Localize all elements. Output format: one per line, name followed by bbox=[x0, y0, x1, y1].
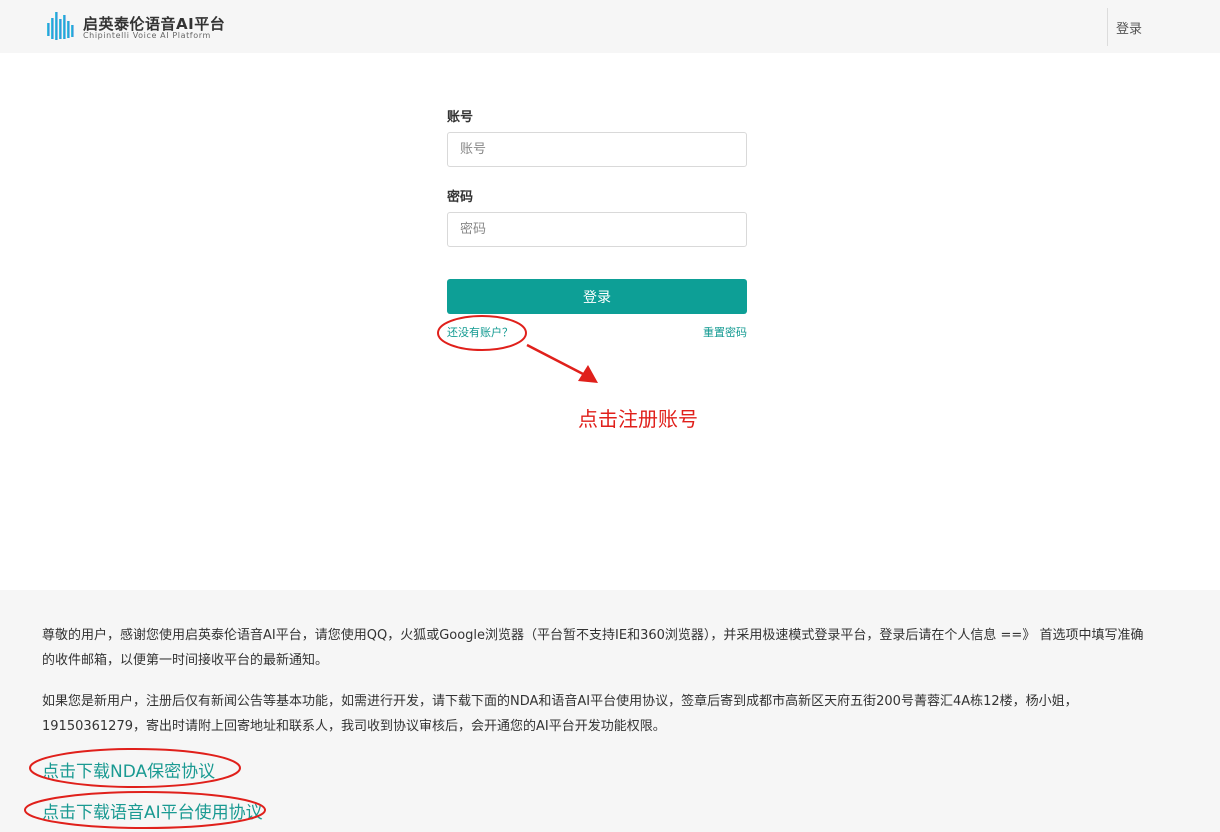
password-input[interactable] bbox=[447, 212, 747, 247]
top-header: 启英泰伦语音AI平台 Chipintelli Voice AI Platform… bbox=[0, 0, 1220, 53]
annotation-arrow-shaft bbox=[526, 343, 586, 377]
password-label: 密码 bbox=[447, 190, 474, 205]
logo-subtitle: Chipintelli Voice AI Platform bbox=[83, 31, 211, 40]
annotation-register-hint: 点击注册账号 bbox=[578, 407, 698, 431]
download-agreement-link[interactable]: 点击下载语音AI平台使用协议 bbox=[42, 798, 263, 823]
register-link[interactable]: 还没有账户？ bbox=[447, 324, 513, 340]
header-login-link[interactable]: 登录 bbox=[1116, 18, 1142, 37]
download-nda-link[interactable]: 点击下载NDA保密协议 bbox=[42, 757, 215, 782]
annotation-arrow-head bbox=[578, 365, 598, 383]
notice-paragraph-browser: 尊敬的用户，感谢您使用启英泰伦语音AI平台，请您使用QQ，火狐或Google浏览… bbox=[42, 628, 1144, 668]
header-divider bbox=[1107, 8, 1108, 46]
account-input[interactable] bbox=[447, 132, 747, 167]
account-label: 账号 bbox=[447, 110, 474, 125]
reset-password-link[interactable]: 重置密码 bbox=[703, 324, 747, 340]
logo-soundwave-icon bbox=[47, 12, 74, 40]
login-button[interactable]: 登录 bbox=[447, 279, 747, 314]
notice-paragraph-new-user: 如果您是新用户，注册后仅有新闻公告等基本功能，如需进行开发，请下载下面的NDA和… bbox=[42, 694, 1078, 734]
notice-section: 尊敬的用户，感谢您使用启英泰伦语音AI平台，请您使用QQ，火狐或Google浏览… bbox=[0, 590, 1220, 832]
